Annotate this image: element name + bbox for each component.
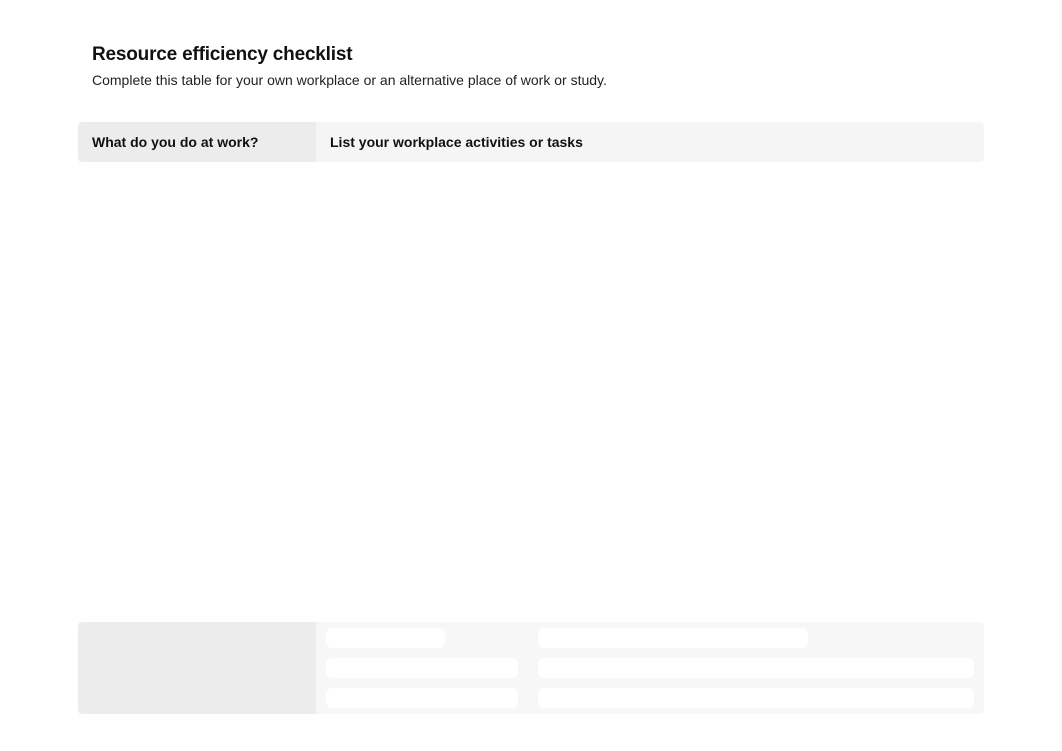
table-header-list-activities: List your workplace activities or tasks	[316, 122, 984, 162]
page-title: Resource efficiency checklist	[78, 44, 984, 66]
table-body-empty-area	[78, 162, 984, 622]
page-subtitle: Complete this table for your own workpla…	[78, 72, 984, 88]
bottom-mid-cell	[316, 622, 528, 714]
table-header-what-do-you-do: What do you do at work?	[78, 122, 316, 162]
placeholder-bar	[326, 688, 518, 708]
table-header-row: What do you do at work? List your workpl…	[78, 122, 984, 162]
placeholder-bar	[326, 628, 445, 648]
bottom-left-cell	[78, 622, 316, 714]
placeholder-bar	[538, 688, 974, 708]
placeholder-bar	[538, 628, 808, 648]
bottom-placeholder-row	[78, 622, 984, 714]
placeholder-bar	[538, 658, 974, 678]
placeholder-bar	[326, 658, 518, 678]
bottom-right-cell	[528, 622, 984, 714]
